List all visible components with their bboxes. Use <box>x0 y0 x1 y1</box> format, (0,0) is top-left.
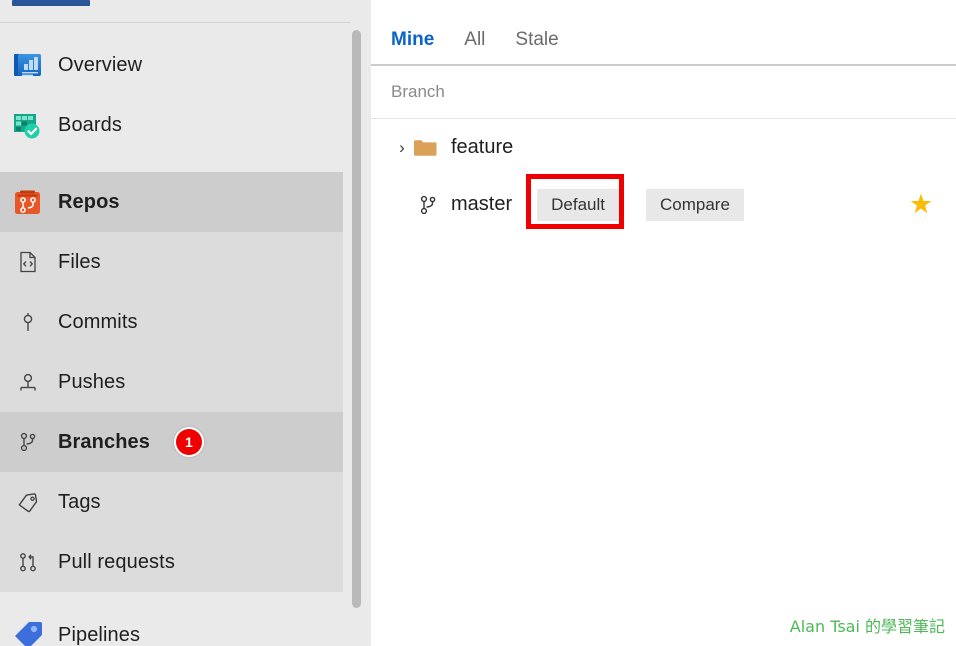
sidebar-divider <box>0 22 356 23</box>
sidebar-scrollbar[interactable] <box>350 0 362 646</box>
sidebar-item-label: Commits <box>58 310 138 333</box>
tab-stale[interactable]: Stale <box>515 29 558 64</box>
sidebar-item-label: Repos <box>58 190 120 213</box>
branches-panel: Mine All Stale Branch › feature master D… <box>371 0 956 646</box>
boards-azure-icon <box>6 103 50 147</box>
folder-icon <box>413 138 443 158</box>
compare-button[interactable]: Compare <box>646 188 744 221</box>
tab-all[interactable]: All <box>464 29 485 64</box>
sidebar-group-repos-nav: Repos Files Commits Pushes Branches 1 Ta… <box>0 172 343 592</box>
sidebar-item-boards[interactable]: Boards <box>0 95 343 155</box>
push-icon <box>6 360 50 404</box>
sidebar-item-repos[interactable]: Repos <box>0 172 343 232</box>
commit-icon <box>6 300 50 344</box>
status-badge: 1 <box>175 429 202 455</box>
sidebar-item-label: Pull requests <box>58 550 175 573</box>
sidebar-item-label: Boards <box>58 113 122 136</box>
sidebar-item-pull-requests[interactable]: Pull requests <box>0 532 343 592</box>
sidebar-item-tags[interactable]: Tags <box>0 472 343 532</box>
pull-request-icon <box>6 540 50 584</box>
table-column-header: Branch <box>371 66 956 119</box>
branch-icon <box>6 420 50 464</box>
default-action-wrapper: Default <box>526 173 625 229</box>
branch-filter-tabs: Mine All Stale <box>371 0 956 66</box>
pipelines-azure-icon <box>6 613 50 646</box>
branch-icon <box>413 193 443 217</box>
sidebar-item-files[interactable]: Files <box>0 232 343 292</box>
sidebar-item-branches[interactable]: Branches 1 <box>0 412 343 472</box>
row-name: master <box>451 193 513 215</box>
default-button[interactable]: Default <box>537 188 619 221</box>
chevron-right-icon[interactable]: › <box>391 139 413 156</box>
sidebar-item-commits[interactable]: Commits <box>0 292 343 352</box>
sidebar-item-label: Tags <box>58 490 101 513</box>
row-name: feature <box>451 136 514 158</box>
watermark-text: Alan Tsai 的學習筆記 <box>789 617 945 636</box>
column-header-branch: Branch <box>391 82 445 101</box>
sidebar-group-project-nav: Overview Boards <box>0 35 343 155</box>
sidebar-scrollbar-thumb[interactable] <box>352 30 361 608</box>
tab-mine[interactable]: Mine <box>391 29 434 64</box>
sidebar-item-label: Pipelines <box>58 623 141 646</box>
sidebar-item-pipelines[interactable]: Pipelines <box>0 605 343 646</box>
repos-azure-icon <box>6 180 50 224</box>
table-row[interactable]: master Default Compare ★ <box>371 173 956 233</box>
project-header-stub <box>12 0 90 6</box>
sidebar-item-pushes[interactable]: Pushes <box>0 352 343 412</box>
sidebar-item-label: Pushes <box>58 370 126 393</box>
files-icon <box>6 240 50 284</box>
azure-devops-window: Overview Boards Repos Files Commits Push… <box>0 0 956 646</box>
sidebar-item-overview[interactable]: Overview <box>0 35 343 95</box>
tag-icon <box>6 480 50 524</box>
overview-azure-icon <box>6 43 50 87</box>
sidebar-item-label: Files <box>58 250 101 273</box>
star-filled-icon[interactable]: ★ <box>909 191 933 218</box>
sidebar-item-label: Branches <box>58 430 150 453</box>
table-row[interactable]: › feature <box>371 119 956 176</box>
sidebar-item-label: Overview <box>58 53 143 76</box>
sidebar-group-pipelines-nav: Pipelines <box>0 605 343 646</box>
left-sidebar: Overview Boards Repos Files Commits Push… <box>0 0 371 646</box>
